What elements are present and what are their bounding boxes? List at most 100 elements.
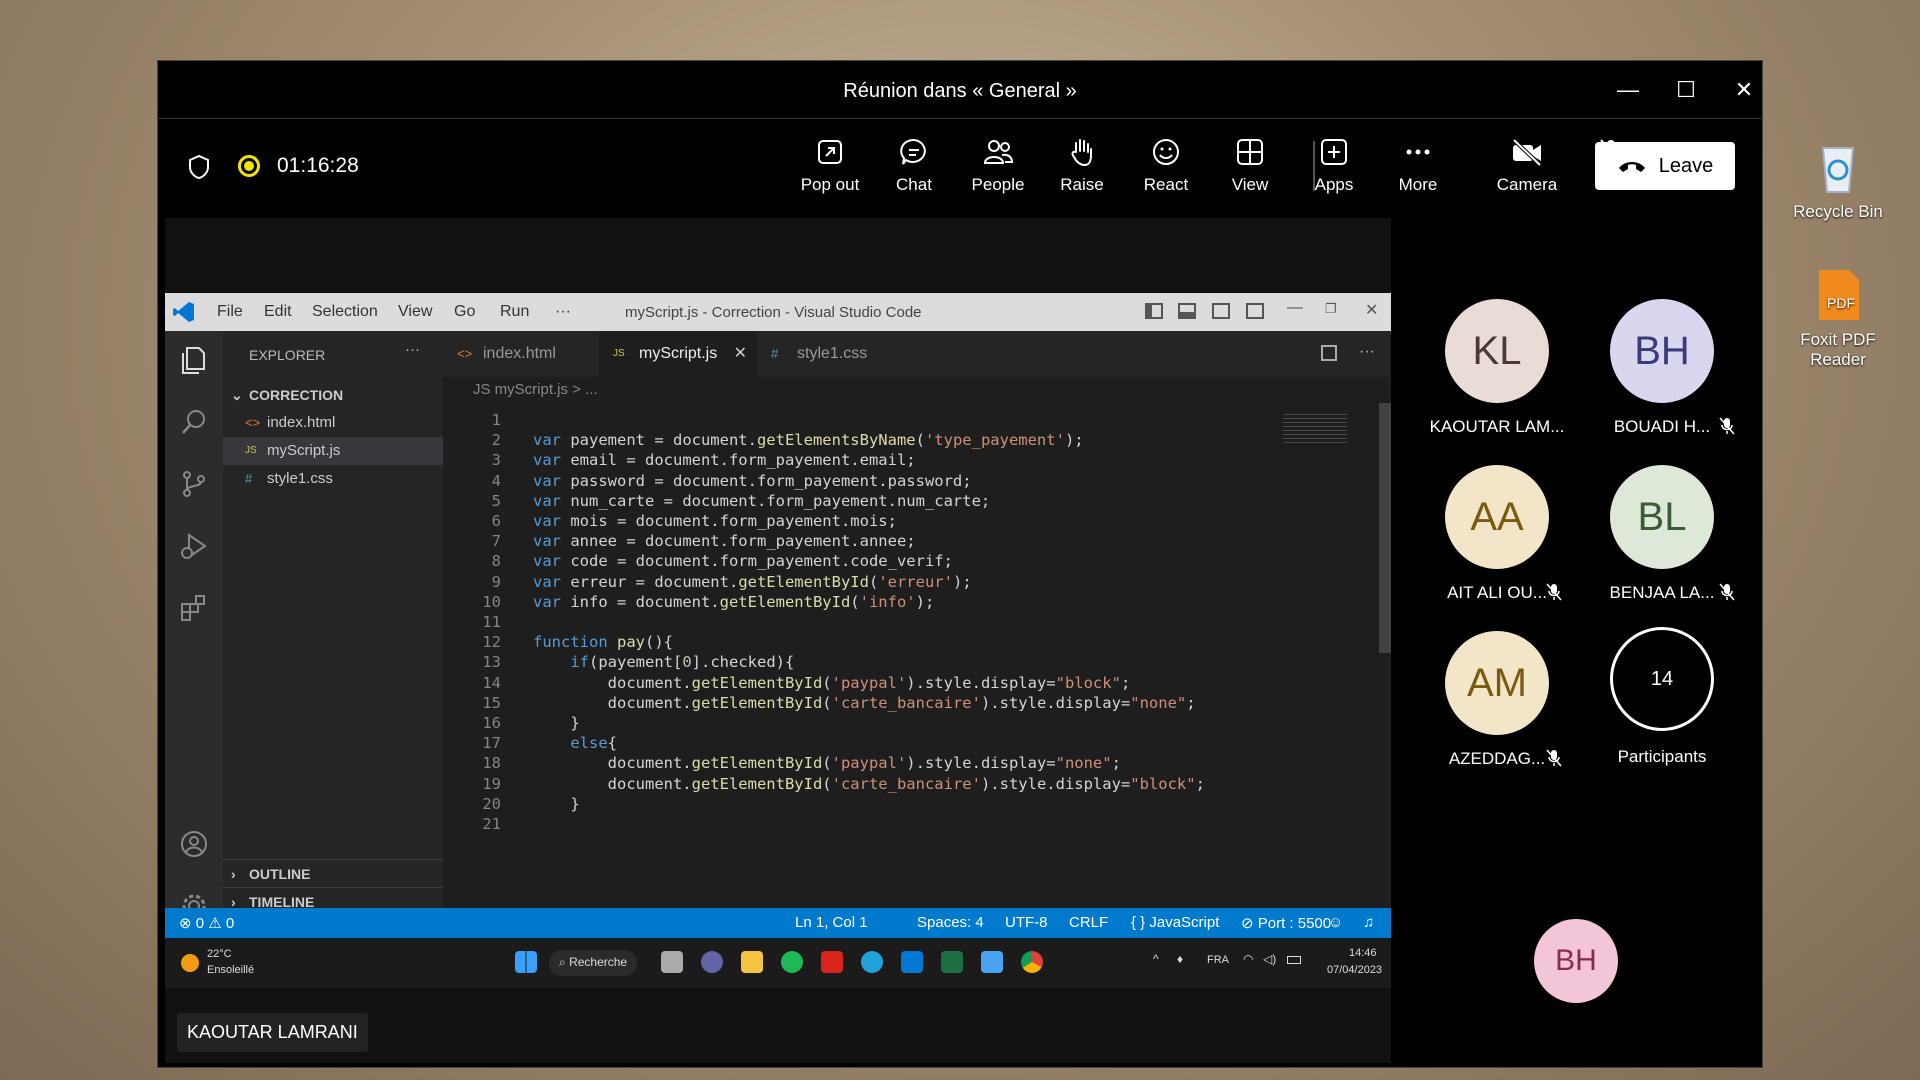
- split-editor-icon[interactable]: [1321, 345, 1337, 361]
- spotify-icon[interactable]: [781, 951, 803, 973]
- toggle-sidebar-icon[interactable]: [1145, 303, 1163, 319]
- avatar: AA: [1445, 465, 1549, 569]
- account-icon[interactable]: [179, 829, 209, 859]
- breadcrumb[interactable]: JS myScript.js > ...: [443, 377, 1391, 403]
- people-button[interactable]: People: [956, 137, 1040, 195]
- taskbar-search[interactable]: ⌕ Recherche: [549, 950, 638, 976]
- feedback-icon[interactable]: ☺: [1328, 914, 1343, 931]
- layout-icon[interactable]: [1246, 303, 1264, 319]
- live-server-port[interactable]: ⊘ Port : 5500: [1241, 914, 1331, 932]
- avatar: AM: [1445, 631, 1549, 735]
- vscode-close-icon[interactable]: ✕: [1365, 300, 1378, 320]
- file-myscript-js[interactable]: JS myScript.js: [223, 437, 443, 465]
- problems-status[interactable]: ⊗ 0 ⚠ 0: [179, 914, 234, 932]
- view-button[interactable]: View: [1208, 137, 1292, 195]
- folder-correction[interactable]: ⌄ CORRECTION: [223, 381, 443, 409]
- tab-close-icon[interactable]: ✕: [734, 331, 747, 377]
- menu-run[interactable]: Run: [500, 303, 529, 321]
- tray-chevron-icon[interactable]: ^: [1153, 952, 1159, 966]
- participants-overflow[interactable]: 14 Participants: [1587, 627, 1737, 767]
- excel-icon[interactable]: [941, 951, 963, 973]
- css-file-icon: #: [245, 471, 253, 486]
- minimize-button[interactable]: —: [1608, 71, 1648, 109]
- file-explorer-icon[interactable]: [741, 951, 763, 973]
- toolbar-label: More: [1398, 175, 1438, 194]
- participant-tile[interactable]: KL KAOUTAR LAM...: [1422, 299, 1572, 437]
- file-style1-css[interactable]: # style1.css: [223, 465, 443, 493]
- edge-icon[interactable]: [861, 951, 883, 973]
- chrome-icon[interactable]: [1021, 951, 1043, 973]
- battery-icon[interactable]: [1287, 956, 1301, 964]
- minimap[interactable]: [1283, 411, 1347, 445]
- self-avatar[interactable]: BH: [1534, 919, 1618, 1003]
- editor-scrollbar[interactable]: [1379, 403, 1391, 653]
- menu-file[interactable]: File: [217, 303, 243, 321]
- code-text: document.getElementById('carte_bancaire'…: [533, 774, 1205, 793]
- file-index-html[interactable]: <> index.html: [223, 409, 443, 437]
- language-indicator[interactable]: FRA: [1207, 954, 1229, 966]
- participant-tile[interactable]: BL BENJAA LA...: [1587, 465, 1737, 603]
- indentation-status[interactable]: Spaces: 4: [917, 914, 984, 931]
- extensions-icon[interactable]: [179, 593, 209, 623]
- outline-section[interactable]: › OUTLINE: [223, 859, 443, 887]
- acrobat-icon[interactable]: [821, 951, 843, 973]
- clock-date[interactable]: 07/04/2023: [1327, 964, 1382, 976]
- title-bar: Réunion dans « General » — ☐ ✕: [158, 61, 1762, 119]
- vscode-minimize-icon[interactable]: —: [1287, 299, 1303, 317]
- menu-edit[interactable]: Edit: [264, 303, 292, 321]
- teams-chat-icon[interactable]: [701, 951, 723, 973]
- menu-selection[interactable]: Selection: [312, 303, 378, 321]
- wifi-icon[interactable]: ◠: [1243, 952, 1253, 966]
- raise-hand-button[interactable]: Raise: [1040, 137, 1124, 195]
- leave-button[interactable]: Leave: [1595, 142, 1735, 190]
- desktop-icon-recycle-bin[interactable]: Recycle Bin: [1773, 138, 1903, 222]
- mic-off-icon: [1719, 583, 1735, 601]
- encoding-status[interactable]: UTF-8: [1005, 914, 1048, 931]
- eol-status[interactable]: CRLF: [1069, 914, 1108, 931]
- cursor-position[interactable]: Ln 1, Col 1: [795, 914, 868, 931]
- close-button[interactable]: ✕: [1724, 71, 1764, 109]
- code-text: var code = document.form_payement.code_v…: [533, 552, 953, 571]
- vscode-restore-icon[interactable]: ❐: [1325, 301, 1337, 317]
- participant-tile[interactable]: BH BOUADI H...: [1587, 299, 1737, 437]
- tray-mic-icon[interactable]: ♦: [1177, 952, 1183, 966]
- task-view-icon[interactable]: [661, 951, 683, 973]
- desktop-icon-foxit[interactable]: PDF Foxit PDF Reader: [1773, 266, 1903, 370]
- toggle-panel-icon[interactable]: [1178, 303, 1196, 319]
- desktop-icon-label: Foxit PDF Reader: [1800, 330, 1876, 369]
- toggle-secondary-sidebar-icon[interactable]: [1212, 303, 1230, 319]
- maximize-button[interactable]: ☐: [1666, 71, 1706, 109]
- chat-button[interactable]: Chat: [872, 137, 956, 195]
- menu-view[interactable]: View: [398, 303, 432, 321]
- notepad-icon[interactable]: [981, 951, 1003, 973]
- participant-tile[interactable]: AM AZEDDAG...: [1422, 631, 1572, 769]
- participant-tile[interactable]: AA AIT ALI OU...: [1422, 465, 1572, 603]
- more-button[interactable]: More: [1376, 137, 1460, 195]
- search-icon[interactable]: [179, 407, 209, 437]
- tab-style1-css[interactable]: # style1.css: [757, 331, 897, 377]
- menu-more[interactable]: ···: [555, 303, 571, 321]
- explorer-more-icon[interactable]: ···: [405, 341, 420, 358]
- line-number: 6: [491, 512, 501, 530]
- camera-button[interactable]: Camera: [1485, 137, 1569, 195]
- participant-name: BENJAA LA...: [1587, 583, 1737, 603]
- language-mode[interactable]: { } JavaScript: [1131, 914, 1219, 931]
- explorer-icon[interactable]: [179, 345, 209, 375]
- notifications-bell-icon[interactable]: ♫: [1363, 914, 1374, 931]
- tab-index-html[interactable]: <> index.html: [443, 331, 599, 377]
- html-file-icon: <>: [245, 415, 261, 430]
- windows-start-icon[interactable]: [515, 951, 537, 973]
- volume-icon[interactable]: ◁): [1263, 952, 1276, 966]
- js-file-icon: JS: [613, 348, 625, 359]
- apps-button[interactable]: Apps: [1292, 137, 1376, 195]
- react-button[interactable]: React: [1124, 137, 1208, 195]
- run-debug-icon[interactable]: [179, 531, 209, 561]
- tab-myscript-js[interactable]: JS myScript.js ✕: [599, 331, 757, 377]
- clock-time[interactable]: 14:46: [1349, 947, 1377, 959]
- vscode-taskbar-icon[interactable]: [901, 951, 923, 973]
- code-editor[interactable]: 1 2 var payement = document.getElementsByN…: [443, 403, 1379, 908]
- pop-out-button[interactable]: Pop out: [788, 137, 872, 195]
- source-control-icon[interactable]: [179, 469, 209, 499]
- editor-more-icon[interactable]: ···: [1359, 343, 1375, 361]
- menu-go[interactable]: Go: [454, 303, 475, 321]
